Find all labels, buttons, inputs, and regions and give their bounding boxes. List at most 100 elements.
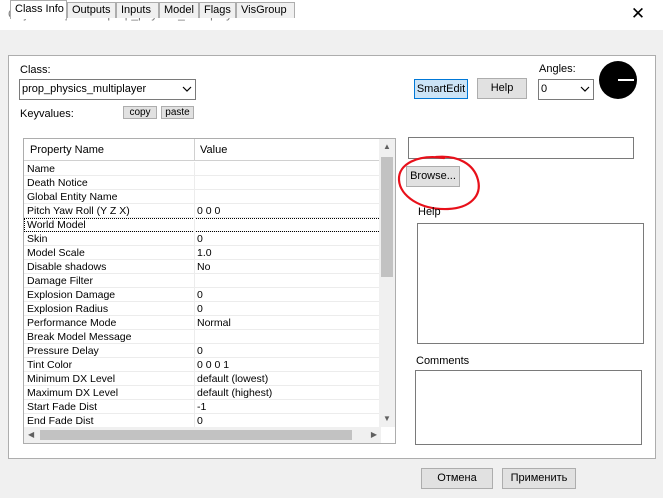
table-row[interactable]: Break Model Message bbox=[24, 330, 381, 344]
cell-divider bbox=[194, 316, 195, 330]
property-name-cell: Minimum DX Level bbox=[27, 373, 116, 385]
dial-hand bbox=[618, 79, 634, 81]
cell-divider bbox=[194, 288, 195, 302]
property-grid[interactable]: Property Name Value Name Death Notice Glob… bbox=[23, 138, 396, 444]
cell-divider bbox=[194, 190, 195, 204]
property-name-cell: Pressure Delay bbox=[27, 345, 99, 357]
help-button[interactable]: Help bbox=[477, 78, 527, 99]
chevron-down-icon bbox=[580, 86, 590, 92]
cell-divider bbox=[194, 386, 195, 400]
property-name-cell: Skin bbox=[27, 233, 48, 245]
table-row[interactable]: Performance Mode Normal bbox=[24, 316, 381, 330]
table-row[interactable]: World Model bbox=[24, 218, 381, 232]
table-row[interactable]: Disable shadows No bbox=[24, 260, 381, 274]
property-value-cell: 1.0 bbox=[197, 247, 212, 259]
property-name-cell: Global Entity Name bbox=[27, 191, 118, 203]
tab-visgroup[interactable]: VisGroup bbox=[236, 2, 295, 18]
cell-divider bbox=[194, 260, 195, 274]
apply-button[interactable]: Применить bbox=[502, 468, 576, 489]
horizontal-scroll-thumb[interactable] bbox=[40, 430, 352, 440]
table-row[interactable]: End Fade Dist 0 bbox=[24, 414, 381, 428]
table-row[interactable]: Death Notice bbox=[24, 176, 381, 190]
property-name-cell: Pitch Yaw Roll (Y Z X) bbox=[27, 205, 130, 217]
property-name-cell: Death Notice bbox=[27, 177, 88, 189]
table-row[interactable]: Explosion Radius 0 bbox=[24, 302, 381, 316]
property-value-cell: 0 bbox=[197, 303, 203, 315]
cell-divider bbox=[194, 302, 195, 316]
property-name-cell: Explosion Radius bbox=[27, 303, 109, 315]
property-name-cell: Tint Color bbox=[27, 359, 73, 371]
cell-divider bbox=[194, 274, 195, 288]
tab-class-info[interactable]: Class Info bbox=[10, 0, 67, 19]
cell-divider bbox=[194, 232, 195, 246]
table-row[interactable]: Start Fade Dist -1 bbox=[24, 400, 381, 414]
property-name-cell: Performance Mode bbox=[27, 317, 117, 329]
property-name-cell: World Model bbox=[27, 219, 86, 231]
property-value-cell: 0 0 0 bbox=[197, 205, 221, 217]
property-value-cell: Normal bbox=[197, 317, 231, 329]
table-row[interactable]: Minimum DX Level default (lowest) bbox=[24, 372, 381, 386]
table-row[interactable]: Maximum DX Level default (highest) bbox=[24, 386, 381, 400]
help-text-box bbox=[417, 223, 644, 344]
col-header-property-name[interactable]: Property Name bbox=[30, 144, 104, 156]
close-icon[interactable]: ✕ bbox=[627, 4, 649, 24]
tab-inputs[interactable]: Inputs bbox=[116, 2, 159, 18]
cell-divider bbox=[194, 218, 195, 232]
cell-divider bbox=[194, 414, 195, 428]
angle-dial-icon[interactable] bbox=[599, 61, 637, 99]
chevron-down-icon bbox=[182, 86, 192, 92]
horizontal-scrollbar[interactable]: ◀ ▶ bbox=[24, 427, 381, 443]
table-row[interactable]: Damage Filter bbox=[24, 274, 381, 288]
smartedit-button[interactable]: SmartEdit bbox=[414, 79, 468, 99]
property-value-cell: 0 bbox=[197, 289, 203, 301]
table-row[interactable]: Name bbox=[24, 162, 381, 176]
comments-label: Comments bbox=[416, 355, 470, 367]
tab-flags[interactable]: Flags bbox=[199, 2, 236, 18]
class-select[interactable]: prop_physics_multiplayer bbox=[19, 79, 196, 100]
property-name-cell: Break Model Message bbox=[27, 331, 132, 343]
property-name-cell: Model Scale bbox=[27, 247, 85, 259]
tab-outputs[interactable]: Outputs bbox=[67, 2, 116, 18]
cell-divider bbox=[194, 330, 195, 344]
cancel-button[interactable]: Отмена bbox=[421, 468, 493, 489]
scroll-down-icon[interactable]: ▼ bbox=[383, 415, 391, 423]
property-name-cell: Damage Filter bbox=[27, 275, 93, 287]
property-name-cell: Maximum DX Level bbox=[27, 387, 119, 399]
table-row[interactable]: Explosion Damage 0 bbox=[24, 288, 381, 302]
property-value-cell: 0 bbox=[197, 415, 203, 427]
table-row[interactable]: Skin 0 bbox=[24, 232, 381, 246]
property-value-cell: -1 bbox=[197, 401, 207, 413]
table-row[interactable]: Global Entity Name bbox=[24, 190, 381, 204]
scroll-right-icon[interactable]: ▶ bbox=[371, 431, 377, 439]
cell-divider bbox=[194, 344, 195, 358]
property-value-cell: 0 0 0 1 bbox=[197, 359, 230, 371]
grid-rows: Name Death Notice Global Entity Name Pitch … bbox=[24, 162, 381, 428]
col-header-value[interactable]: Value bbox=[200, 144, 227, 156]
table-row[interactable]: Pressure Delay 0 bbox=[24, 344, 381, 358]
red-annotation-circle bbox=[397, 155, 480, 211]
property-name-cell: End Fade Dist bbox=[27, 415, 94, 427]
scroll-left-icon[interactable]: ◀ bbox=[28, 431, 34, 439]
angles-label: Angles: bbox=[539, 63, 576, 75]
property-name-cell: Explosion Damage bbox=[27, 289, 116, 301]
paste-button[interactable]: paste bbox=[161, 106, 194, 119]
copy-button[interactable]: copy bbox=[123, 106, 157, 119]
cell-divider bbox=[194, 372, 195, 386]
property-name-cell: Name bbox=[27, 163, 56, 175]
grid-header: Property Name Value bbox=[24, 139, 381, 161]
table-row[interactable]: Model Scale 1.0 bbox=[24, 246, 381, 260]
property-name-cell: Start Fade Dist bbox=[27, 401, 98, 413]
angles-select[interactable]: 0 bbox=[538, 79, 594, 100]
header-divider[interactable] bbox=[194, 139, 195, 161]
keyvalues-label: Keyvalues: bbox=[20, 108, 74, 120]
tab-model[interactable]: Model bbox=[159, 2, 199, 18]
angles-select-value: 0 bbox=[541, 83, 548, 95]
table-row[interactable]: Pitch Yaw Roll (Y Z X) 0 0 0 bbox=[24, 204, 381, 218]
class-select-value: prop_physics_multiplayer bbox=[22, 83, 147, 95]
cell-divider bbox=[194, 400, 195, 414]
table-row[interactable]: Tint Color 0 0 0 1 bbox=[24, 358, 381, 372]
property-name-cell: Disable shadows bbox=[27, 261, 107, 273]
comments-textarea[interactable] bbox=[415, 370, 642, 445]
property-value-cell: No bbox=[197, 261, 211, 273]
scroll-up-icon[interactable]: ▲ bbox=[383, 143, 391, 151]
